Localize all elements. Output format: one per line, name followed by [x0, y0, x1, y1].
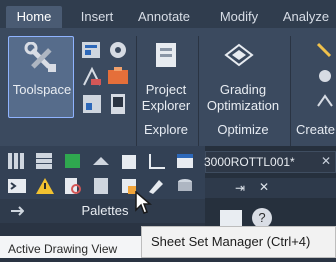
tooltip-title: Sheet Set Manager — [151, 234, 264, 249]
optimize-panel-title: Optimize — [217, 122, 269, 137]
project-label: Project — [145, 82, 187, 97]
grading-label: Grading — [219, 82, 267, 97]
tab-modify[interactable]: Modify — [208, 6, 270, 28]
grading-optimization-icon[interactable] — [224, 42, 254, 68]
panel-separator — [198, 36, 199, 146]
explorer-label: Explorer — [141, 98, 191, 113]
panel-separator — [136, 36, 137, 146]
tool-palette-header: ⇥ ✕ — [205, 178, 336, 198]
table-icon[interactable] — [34, 151, 56, 171]
project-explorer-icon[interactable] — [151, 40, 181, 70]
layout-icon[interactable] — [80, 92, 104, 116]
palette-close-icon[interactable]: ✕ — [259, 180, 269, 194]
tab-home[interactable]: Home — [6, 6, 62, 28]
toolspace-label: Toolspace — [12, 82, 72, 97]
explore-panel-title: Explore — [143, 122, 189, 137]
axes-icon[interactable] — [146, 151, 168, 171]
create-tool-icon[interactable] — [316, 40, 334, 60]
search-document-icon[interactable] — [62, 176, 84, 196]
tab-analyze[interactable]: Analyze — [276, 6, 336, 28]
stack-icon[interactable] — [90, 151, 112, 171]
properties-icon[interactable] — [80, 38, 104, 62]
command-line-icon[interactable] — [6, 176, 28, 196]
layer-icon[interactable] — [62, 151, 84, 171]
window-icon[interactable] — [174, 151, 196, 171]
mouse-cursor-icon — [135, 191, 152, 214]
survey-icon[interactable] — [80, 65, 104, 89]
database-icon[interactable] — [174, 176, 196, 196]
settings-gear-icon[interactable] — [106, 38, 130, 62]
create-balance-icon[interactable] — [316, 92, 334, 112]
create-panel-title: Create — [296, 122, 336, 137]
panel-separator — [290, 36, 291, 146]
tooltip: Sheet Set Manager (Ctrl+4) — [141, 226, 336, 258]
palettes-tool-row-2 — [0, 172, 205, 200]
tablet-icon[interactable] — [106, 92, 130, 116]
tooltip-shortcut: (Ctrl+4) — [266, 234, 311, 249]
clipboard-icon[interactable] — [118, 151, 140, 171]
toolspace-tools-icon — [24, 42, 56, 72]
pin-icon[interactable] — [10, 206, 24, 216]
close-tab-icon[interactable]: ✕ — [321, 154, 331, 168]
palettes-panel-footer: Palettes — [0, 199, 205, 223]
calculator-icon[interactable] — [90, 176, 112, 196]
document-tab[interactable]: 3000ROTTL001* ✕ — [204, 151, 336, 173]
help-icon[interactable]: ? — [252, 208, 272, 228]
palette-resize-icon[interactable]: ⇥ — [235, 181, 245, 195]
optimization-label: Optimization — [206, 98, 280, 113]
status-bar: Active Drawing View — [0, 236, 141, 258]
warning-icon[interactable] — [34, 176, 56, 196]
document-tab-title: 3000ROTTL001* — [204, 155, 295, 169]
tab-insert[interactable]: Insert — [70, 6, 124, 28]
tab-annotate[interactable]: Annotate — [128, 6, 200, 28]
ribbon-tab-bar: Home Insert Annotate Modify Analyze — [0, 0, 336, 29]
grid-icon[interactable] — [6, 151, 28, 171]
create-point-icon[interactable] — [316, 66, 334, 86]
toolbox-icon[interactable] — [106, 64, 130, 88]
